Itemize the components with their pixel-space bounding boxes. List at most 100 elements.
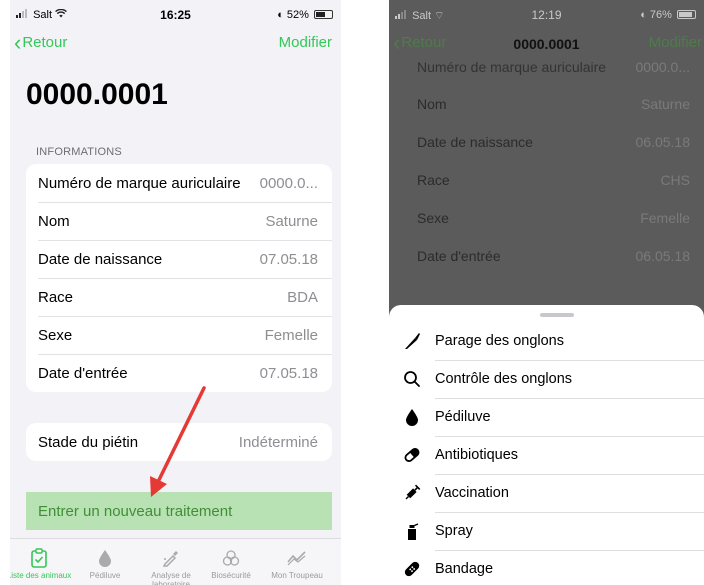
biohazard-icon bbox=[222, 550, 240, 566]
edit-button[interactable]: Modifier bbox=[649, 34, 702, 51]
treatment-action-sheet: Parage des onglons Contrôle des onglons … bbox=[389, 305, 704, 585]
edit-button[interactable]: Modifier bbox=[279, 34, 332, 51]
row-value: Saturne bbox=[640, 96, 690, 112]
row-value: 06.05.18 bbox=[635, 248, 691, 264]
row-value: Femelle bbox=[264, 326, 318, 344]
row-value: 0000.0... bbox=[259, 174, 318, 192]
row-label: Date d'entrée bbox=[38, 364, 128, 382]
bandage-icon bbox=[404, 561, 420, 577]
tab-label: Pédiluve bbox=[89, 571, 121, 580]
battery-percent: 76% bbox=[649, 9, 672, 21]
back-button[interactable]: ‹ Retour bbox=[14, 29, 68, 55]
sheet-grabber[interactable] bbox=[540, 313, 574, 317]
row-value: BDA bbox=[287, 288, 318, 306]
row-label: Sexe bbox=[38, 326, 73, 344]
tab-biosecurity[interactable]: Biosécurité bbox=[198, 545, 264, 580]
status-bar: Salt 16:25 ◐ 52% bbox=[10, 0, 341, 30]
search-icon bbox=[404, 371, 420, 387]
back-label: Retour bbox=[22, 34, 68, 51]
row-label: Race bbox=[417, 172, 450, 188]
info-row-breed: Race CHS bbox=[417, 172, 690, 188]
row-value: 06.05.18 bbox=[635, 134, 691, 150]
row-label: Nom bbox=[417, 96, 447, 112]
info-row-sex: Sexe Femelle bbox=[417, 210, 690, 226]
menu-item-spray[interactable]: Spray bbox=[389, 512, 704, 550]
row-label: Stade du piétin bbox=[38, 433, 139, 451]
syringe-icon bbox=[405, 484, 421, 500]
row-value: 07.05.18 bbox=[259, 364, 318, 382]
menu-item-label: Pédiluve bbox=[435, 409, 491, 425]
row-label: Numéro de marque auriculaire bbox=[38, 174, 241, 192]
info-row-birth-date[interactable]: Date de naissance 07.05.18 bbox=[26, 240, 332, 278]
alarm-icon: ◐ bbox=[640, 9, 647, 21]
row-label: Nom bbox=[38, 212, 70, 230]
menu-item-vaccination[interactable]: Vaccination bbox=[389, 474, 704, 512]
right-screen: Salt ⌔ 12:19 ◐ 76% ‹ Retour 0000.0001 Mo… bbox=[389, 0, 704, 585]
navigation-bar: ‹ Retour Modifier bbox=[10, 29, 341, 56]
row-label: Date de naissance bbox=[38, 250, 163, 268]
info-row-ear-tag: Numéro de marque auriculaire 0000.0... bbox=[417, 59, 690, 75]
row-value: Femelle bbox=[640, 210, 690, 226]
menu-item-label: Antibiotiques bbox=[435, 447, 519, 463]
battery-icon bbox=[677, 10, 696, 19]
trend-chart-icon bbox=[287, 551, 306, 566]
info-row-sex[interactable]: Sexe Femelle bbox=[26, 316, 332, 354]
knife-icon bbox=[405, 333, 420, 349]
tab-label: Liste des animaux bbox=[10, 571, 72, 580]
alarm-icon: ◐ bbox=[277, 9, 284, 21]
spray-icon bbox=[408, 523, 419, 540]
left-screen: Salt 16:25 ◐ 52% ‹ Retour Modifier 0000.… bbox=[10, 0, 341, 585]
row-label: Date de naissance bbox=[417, 134, 533, 150]
tab-label: Mon Troupeau bbox=[271, 571, 323, 580]
menu-item-hoof-trimming[interactable]: Parage des onglons bbox=[389, 322, 704, 360]
pipette-icon bbox=[162, 551, 178, 567]
info-row-entry-date[interactable]: Date d'entrée 07.05.18 bbox=[26, 354, 332, 392]
menu-item-label: Parage des onglons bbox=[435, 333, 564, 349]
row-value: 07.05.18 bbox=[259, 250, 318, 268]
section-header: INFORMATIONS bbox=[36, 146, 122, 158]
stage-row[interactable]: Stade du piétin Indéterminé bbox=[26, 423, 332, 461]
tab-footbath[interactable]: Pédiluve bbox=[72, 545, 138, 580]
info-card: Numéro de marque auriculaire 0000.0... No… bbox=[26, 164, 332, 392]
menu-item-hoof-check[interactable]: Contrôle des onglons bbox=[389, 360, 704, 398]
pill-icon bbox=[404, 448, 420, 462]
row-label: Date d'entrée bbox=[417, 248, 501, 264]
drop-icon bbox=[406, 409, 418, 426]
tab-label: Biosécurité bbox=[211, 571, 251, 580]
menu-item-bandage[interactable]: Bandage bbox=[389, 550, 704, 585]
row-value: CHS bbox=[660, 172, 690, 188]
tab-lab-analysis[interactable]: Analyse de laboratoire bbox=[138, 545, 204, 585]
dimmed-background[interactable]: Salt ⌔ 12:19 ◐ 76% ‹ Retour 0000.0001 Mo… bbox=[389, 0, 704, 325]
navigation-bar: ‹ Retour 0000.0001 Modifier bbox=[389, 31, 704, 56]
stage-card: Stade du piétin Indéterminé bbox=[26, 423, 332, 461]
battery-icon bbox=[314, 10, 333, 19]
menu-item-label: Vaccination bbox=[435, 485, 509, 501]
menu-item-label: Contrôle des onglons bbox=[435, 371, 573, 387]
battery-percent: 52% bbox=[286, 9, 309, 21]
row-label: Sexe bbox=[417, 210, 449, 226]
tab-label: Analyse de laboratoire bbox=[151, 571, 191, 585]
row-label: Numéro de marque auriculaire bbox=[417, 59, 607, 75]
row-value: Saturne bbox=[265, 212, 318, 230]
drop-icon bbox=[99, 550, 111, 567]
tab-animal-list[interactable]: Liste des animaux bbox=[10, 545, 72, 580]
menu-item-label: Bandage bbox=[435, 561, 494, 577]
info-row-birth-date: Date de naissance 06.05.18 bbox=[417, 134, 690, 150]
chevron-left-icon: ‹ bbox=[14, 29, 22, 55]
tab-bar: Liste des animaux Pédiluve Analyse de la… bbox=[10, 538, 341, 585]
row-value: 0000.0... bbox=[635, 59, 691, 75]
row-value: Indéterminé bbox=[238, 433, 318, 451]
menu-item-antibiotics[interactable]: Antibiotiques bbox=[389, 436, 704, 474]
new-treatment-button[interactable]: Entrer un nouveau traitement bbox=[26, 492, 332, 530]
clipboard-check-icon bbox=[31, 548, 47, 568]
page-title: 0000.0001 bbox=[26, 78, 168, 111]
row-label: Race bbox=[38, 288, 74, 306]
info-row-entry-date: Date d'entrée 06.05.18 bbox=[417, 248, 690, 264]
info-row-breed[interactable]: Race BDA bbox=[26, 278, 332, 316]
menu-item-footbath[interactable]: Pédiluve bbox=[389, 398, 704, 436]
info-row-ear-tag[interactable]: Numéro de marque auriculaire 0000.0... bbox=[26, 164, 332, 202]
info-row-name[interactable]: Nom Saturne bbox=[26, 202, 332, 240]
menu-item-label: Spray bbox=[435, 523, 473, 539]
status-bar: Salt ⌔ 12:19 ◐ 76% bbox=[389, 0, 704, 30]
tab-my-herd[interactable]: Mon Troupeau bbox=[264, 545, 330, 580]
